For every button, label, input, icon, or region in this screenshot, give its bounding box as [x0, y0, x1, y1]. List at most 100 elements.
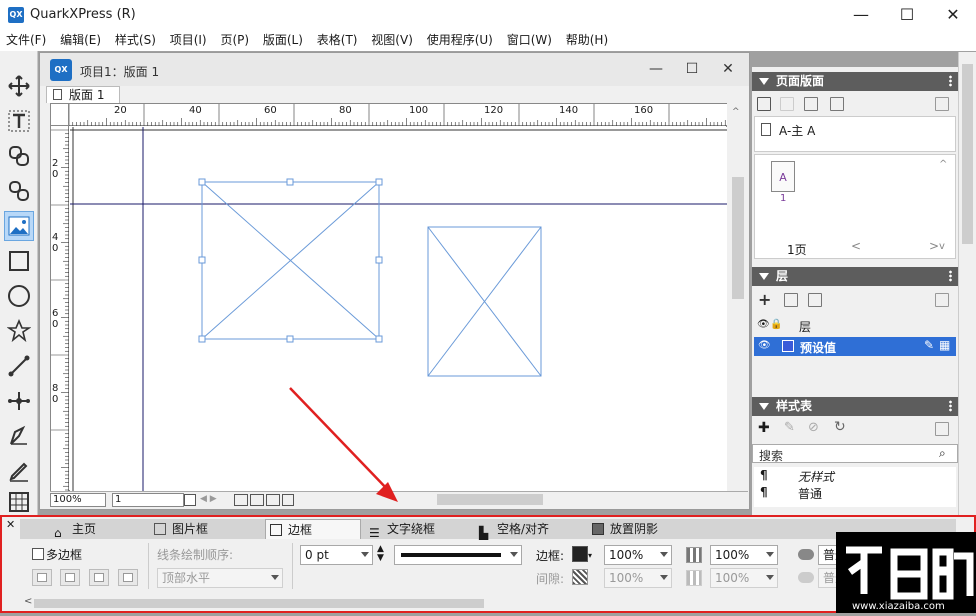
layer-row-default[interactable]: 👁 预设值 ✎ ▦: [754, 337, 956, 356]
palette-horizontal-scrollbar[interactable]: <: [20, 597, 972, 610]
menu-table[interactable]: 表格(T): [313, 31, 362, 50]
style-item[interactable]: 普通: [798, 485, 822, 502]
view-toggle-icon[interactable]: [234, 494, 248, 506]
maximize-button[interactable]: ☐: [884, 0, 930, 31]
duplicate-page-icon[interactable]: [780, 97, 794, 111]
close-button[interactable]: ✕: [930, 0, 976, 31]
delete-style-icon[interactable]: [935, 422, 949, 436]
unlink-icon[interactable]: [4, 176, 34, 206]
menu-view[interactable]: 视图(V): [367, 31, 417, 50]
frame-opacity-field[interactable]: 100%: [710, 545, 778, 565]
horizontal-scroll-thumb[interactable]: [437, 494, 543, 505]
minimize-button[interactable]: —: [838, 0, 884, 31]
master-page-label[interactable]: A-主 A: [779, 122, 815, 139]
duplicate-layer-icon[interactable]: [808, 293, 822, 307]
page-thumbnail[interactable]: A: [771, 161, 795, 192]
frame-shade-field[interactable]: 100%: [604, 545, 672, 565]
page-nav-buttons[interactable]: ◀ ▶: [200, 494, 234, 506]
edit-style-icon[interactable]: ✎: [784, 420, 795, 435]
menu-edit[interactable]: 编辑(E): [56, 31, 105, 50]
menu-window[interactable]: 窗口(W): [503, 31, 556, 50]
tab-drop-shadow[interactable]: 放置阴影: [588, 519, 688, 539]
oval-box-icon[interactable]: [4, 281, 34, 311]
text-content-icon[interactable]: [4, 106, 34, 136]
right-panel-scrollbar[interactable]: [958, 52, 976, 515]
update-style-icon[interactable]: ↻: [834, 419, 846, 435]
style-sheets-panel-header[interactable]: 样式表: [752, 397, 958, 416]
align-top-button[interactable]: [32, 569, 52, 586]
layer-edit-icon[interactable]: ✎: [924, 338, 934, 352]
pencil-icon[interactable]: [4, 456, 34, 486]
doc-maximize-button[interactable]: ☐: [674, 57, 710, 81]
split-view-icon[interactable]: [250, 494, 264, 506]
multi-border-checkbox[interactable]: [32, 548, 44, 560]
copy-page-icon[interactable]: [804, 97, 818, 111]
add-layer-icon[interactable]: +: [758, 290, 771, 309]
layer-visibility-icon[interactable]: 👁: [758, 340, 771, 351]
doc-minimize-button[interactable]: —: [638, 57, 674, 81]
ruler-origin[interactable]: [51, 104, 69, 126]
align-bottom-button[interactable]: [60, 569, 80, 586]
merge-layers-icon[interactable]: [784, 293, 798, 307]
link-icon[interactable]: [4, 141, 34, 171]
style-search-field[interactable]: 搜索 ⌕: [752, 444, 958, 463]
right-panel-scroll-thumb[interactable]: [962, 64, 973, 244]
gap-color-swatch[interactable]: [572, 569, 588, 585]
menu-item[interactable]: 项目(I): [166, 31, 211, 50]
layer-options-icon[interactable]: ▦: [939, 338, 950, 352]
move-icon[interactable]: [4, 71, 34, 101]
horizontal-ruler[interactable]: 20 40 60 80 100 120 140 160: [69, 104, 727, 126]
duplicate-style-icon[interactable]: ⊘: [808, 420, 819, 435]
star-box-icon[interactable]: [4, 316, 34, 346]
palette-scroll-thumb[interactable]: [34, 599, 484, 608]
new-style-icon[interactable]: ✚: [758, 420, 770, 436]
table-icon[interactable]: [4, 491, 34, 513]
rectangle-box-icon[interactable]: [4, 246, 34, 276]
tab-frame[interactable]: 边框: [265, 519, 361, 539]
layers-panel-header[interactable]: 层: [752, 267, 958, 286]
delete-page-icon[interactable]: [935, 97, 949, 111]
width-stepper[interactable]: ▲▼: [377, 545, 384, 563]
menu-utilities[interactable]: 使用程序(U): [423, 31, 497, 50]
palette-close-icon[interactable]: ✕: [6, 518, 15, 531]
frame-icon: [270, 524, 282, 536]
menu-page[interactable]: 页(P): [216, 31, 253, 50]
delete-layer-icon[interactable]: [935, 293, 949, 307]
align-left-button[interactable]: [89, 569, 109, 586]
align-right-button[interactable]: [118, 569, 138, 586]
new-page-icon[interactable]: [757, 97, 771, 111]
menu-help[interactable]: 帮助(H): [562, 31, 612, 50]
picture-content-icon[interactable]: [4, 211, 34, 241]
line-order-select[interactable]: 顶部水平: [157, 568, 283, 588]
frame-width-field[interactable]: 0 pt: [300, 545, 373, 565]
pages-panel-header[interactable]: 页面版面: [752, 72, 958, 91]
tab-home[interactable]: ⌂主页: [50, 519, 140, 539]
menu-layout[interactable]: 版面(L): [259, 31, 307, 50]
page-menu-button[interactable]: [184, 494, 196, 506]
page-number-field[interactable]: 1: [112, 493, 184, 507]
vertical-scroll-thumb[interactable]: [732, 177, 744, 299]
vertical-scrollbar[interactable]: ^: [728, 103, 748, 491]
zoom-field[interactable]: 100%: [50, 493, 106, 507]
layout-tab[interactable]: 版面 1: [46, 86, 120, 103]
apply-master-icon[interactable]: [830, 97, 844, 111]
split-vertical-icon[interactable]: [266, 494, 280, 506]
search-icon[interactable]: ⌕: [939, 446, 946, 461]
gap-shade-field[interactable]: 100%: [604, 568, 672, 588]
tab-space-align[interactable]: ▙空格/对齐: [475, 519, 575, 539]
gap-opacity-field[interactable]: 100%: [710, 568, 778, 588]
vertical-ruler[interactable]: 20 40 60 80: [51, 126, 69, 492]
style-search-placeholder: 搜索: [759, 447, 783, 464]
bezier-icon[interactable]: [4, 386, 34, 416]
doc-close-button[interactable]: ✕: [710, 57, 746, 81]
frame-style-select[interactable]: [394, 545, 522, 565]
align-icon: ▙: [479, 523, 491, 535]
line-icon[interactable]: [4, 351, 34, 381]
tab-picture-box[interactable]: 图片框: [150, 519, 250, 539]
menu-style[interactable]: 样式(S): [111, 31, 160, 50]
tab-runaround[interactable]: ☰文字绕框: [365, 519, 465, 539]
pen-icon[interactable]: [4, 421, 34, 451]
style-item[interactable]: 无样式: [798, 468, 834, 485]
menu-file[interactable]: 文件(F): [2, 31, 50, 50]
frame-color-swatch[interactable]: [572, 546, 588, 562]
